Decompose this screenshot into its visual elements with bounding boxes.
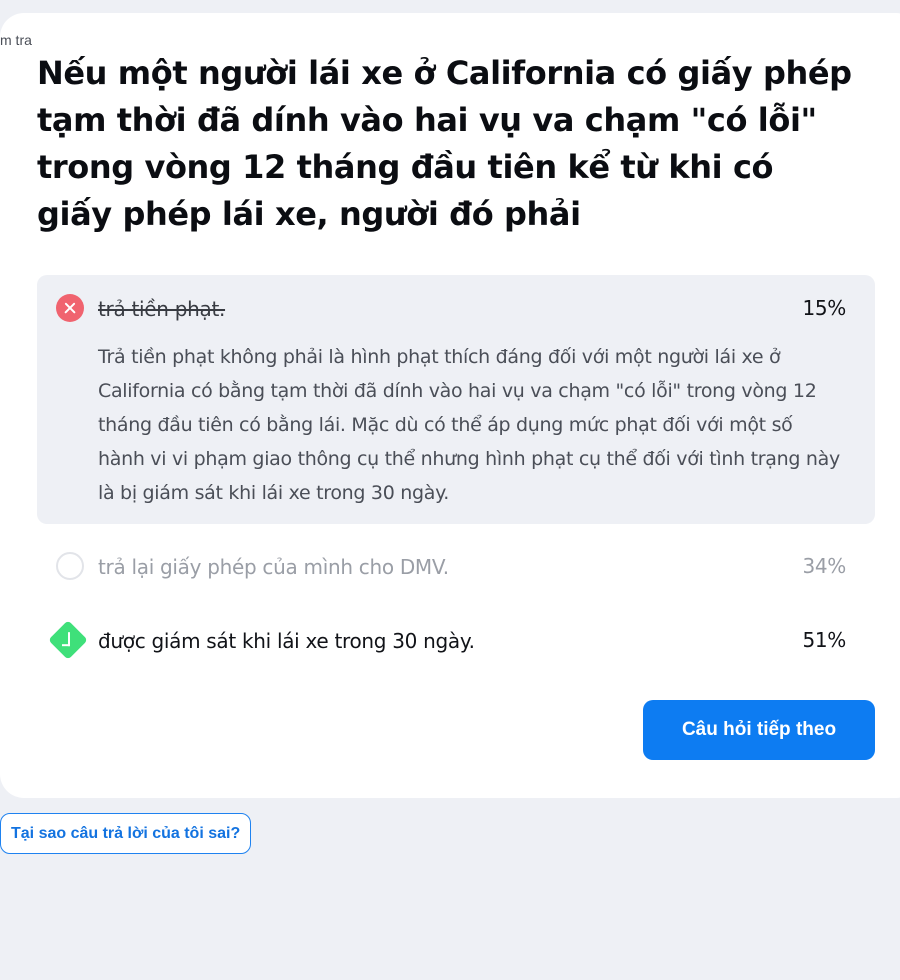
x-circle-icon: [56, 294, 84, 322]
breadcrumb[interactable]: m tra: [0, 32, 32, 48]
option-1-percent: 15%: [802, 296, 846, 320]
quiz-page: m tra Nếu một người lái xe ở California …: [0, 0, 900, 980]
option-2-label[interactable]: trả lại giấy phép của mình cho DMV.: [98, 555, 449, 579]
option-3-label[interactable]: được giám sát khi lái xe trong 30 ngày.: [98, 629, 475, 653]
empty-circle-icon: [56, 552, 84, 580]
next-question-button[interactable]: Câu hỏi tiếp theo: [643, 700, 875, 760]
question-text: Nếu một người lái xe ở California có giấ…: [37, 54, 852, 233]
option-3-percent: 51%: [802, 628, 846, 652]
answer-explanation: Trả tiền phạt không phải là hình phạt th…: [98, 346, 840, 504]
option-2-percent: 34%: [802, 554, 846, 578]
why-wrong-button[interactable]: Tại sao câu trả lời của tôi sai?: [0, 813, 252, 854]
option-1-label[interactable]: trả tiền phạt.: [98, 297, 225, 321]
